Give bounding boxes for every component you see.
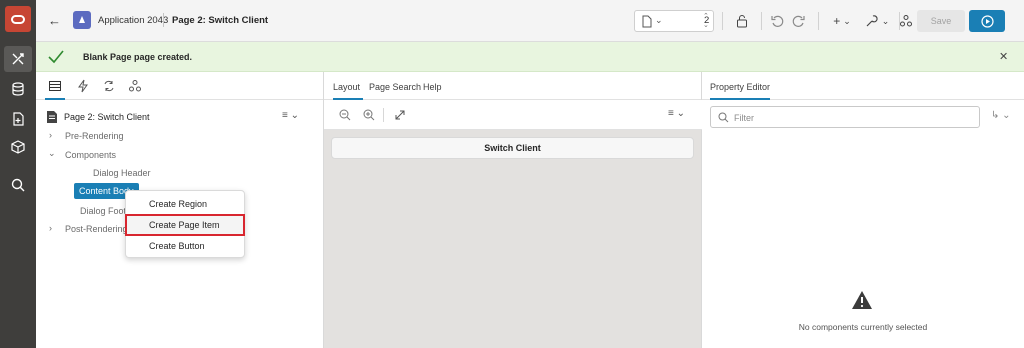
play-icon [980, 14, 994, 28]
expand-chevron-icon[interactable]: › [49, 130, 52, 140]
right-pane-tabs: Property Editor [702, 72, 1024, 100]
tools-icon[interactable] [4, 46, 32, 72]
toolbar-divider [722, 12, 723, 30]
active-tab-indicator [45, 98, 65, 100]
save-button[interactable]: Save [917, 10, 965, 32]
dynamic-actions-tab-icon[interactable] [76, 79, 90, 93]
tree-node-components[interactable]: Components [65, 150, 116, 160]
shared-components-tab-icon[interactable] [128, 79, 142, 93]
tree-menu-icon[interactable]: ≡ ⌄ [282, 110, 299, 121]
left-pane-tabs [36, 72, 323, 100]
tree-node-dialog-header[interactable]: Dialog Header [93, 168, 151, 178]
zoom-out-icon[interactable] [339, 109, 351, 121]
success-message: Blank Page page created. [83, 52, 193, 62]
filter-input[interactable]: Filter [710, 106, 980, 128]
page-icon [47, 111, 57, 123]
run-page-button[interactable] [969, 10, 1005, 32]
database-icon[interactable] [4, 76, 32, 102]
tree-node-dialog-footer[interactable]: Dialog Foote [80, 206, 131, 216]
expand-icon[interactable] [394, 109, 406, 121]
oracle-logo[interactable] [5, 6, 31, 32]
app-breadcrumb[interactable]: Application 2043 [98, 15, 168, 26]
close-icon[interactable]: ✕ [999, 50, 1008, 63]
tab-help[interactable]: Help [423, 82, 442, 92]
tree-root-page[interactable]: Page 2: Switch Client [64, 112, 150, 122]
active-tab-indicator [710, 98, 770, 100]
shared-components-icon[interactable] [898, 11, 914, 31]
filter-placeholder: Filter [734, 113, 754, 123]
processing-tab-icon[interactable] [102, 79, 116, 93]
create-menu-icon[interactable]: + ⌄ [827, 11, 857, 31]
go-to-group-icon[interactable]: ↳ ⌄ [991, 110, 1011, 121]
context-menu: Create Region Create Page Item Create Bu… [125, 190, 245, 258]
empty-state-message: No components currently selected [798, 322, 928, 332]
layout-toolbar: ≡ ⌄ [324, 100, 702, 130]
check-icon [48, 50, 64, 64]
page-icon [642, 15, 652, 28]
utilities-wrench-icon[interactable]: ⌄ [862, 11, 892, 31]
tab-layout[interactable]: Layout [333, 82, 360, 92]
page-add-icon[interactable] [4, 106, 32, 132]
search-icon[interactable] [4, 172, 32, 198]
layout-menu-icon[interactable]: ≡ ⌄ [668, 108, 685, 119]
redo-icon[interactable] [790, 11, 808, 31]
tab-page-search[interactable]: Page Search [369, 82, 421, 92]
expand-chevron-icon[interactable]: › [49, 223, 52, 233]
collapse-chevron-icon[interactable]: ⌄ [48, 148, 56, 159]
toolbar-divider [818, 12, 819, 30]
search-icon [718, 112, 729, 123]
tree-node-pre-rendering[interactable]: Pre-Rendering [65, 131, 124, 141]
menu-item-create-region[interactable]: Create Region [126, 194, 244, 214]
layout-panel: Layout Page Search Help ≡ ⌄ Switch Clien… [324, 72, 702, 348]
tree-node-post-rendering[interactable]: Post-Rendering [65, 224, 128, 234]
packaging-icon[interactable] [4, 134, 32, 160]
page-number[interactable]: 2 [704, 15, 709, 26]
page-designer-header: ← Application 2043 Page 2: Switch Client… [36, 0, 1024, 42]
page-title: Page 2: Switch Client [172, 15, 269, 26]
app-icon[interactable] [73, 11, 91, 29]
toolbar-divider [383, 108, 384, 122]
left-nav-rail [0, 0, 36, 348]
warning-icon [852, 291, 872, 309]
success-banner: Blank Page page created. ✕ [36, 42, 1024, 72]
lock-icon[interactable] [733, 11, 751, 31]
tab-property-editor[interactable]: Property Editor [710, 82, 770, 92]
zoom-in-icon[interactable] [363, 109, 375, 121]
undo-icon[interactable] [768, 11, 786, 31]
property-editor-panel: Property Editor Filter ↳ ⌄ No components… [702, 72, 1024, 348]
middle-pane-tabs: Layout Page Search Help [324, 72, 701, 100]
region-switch-client[interactable]: Switch Client [331, 137, 694, 159]
rendering-tab-icon[interactable] [48, 79, 62, 93]
menu-item-create-button[interactable]: Create Button [126, 236, 244, 256]
breadcrumb-separator [163, 13, 164, 27]
back-arrow-icon[interactable]: ← [48, 13, 61, 28]
menu-item-create-page-item[interactable]: Create Page Item [125, 214, 245, 236]
page-selector[interactable]: ⌄ ⌃ ⌄ [634, 10, 714, 32]
toolbar-divider [761, 12, 762, 30]
chevron-down-icon: ⌄ [655, 15, 663, 25]
